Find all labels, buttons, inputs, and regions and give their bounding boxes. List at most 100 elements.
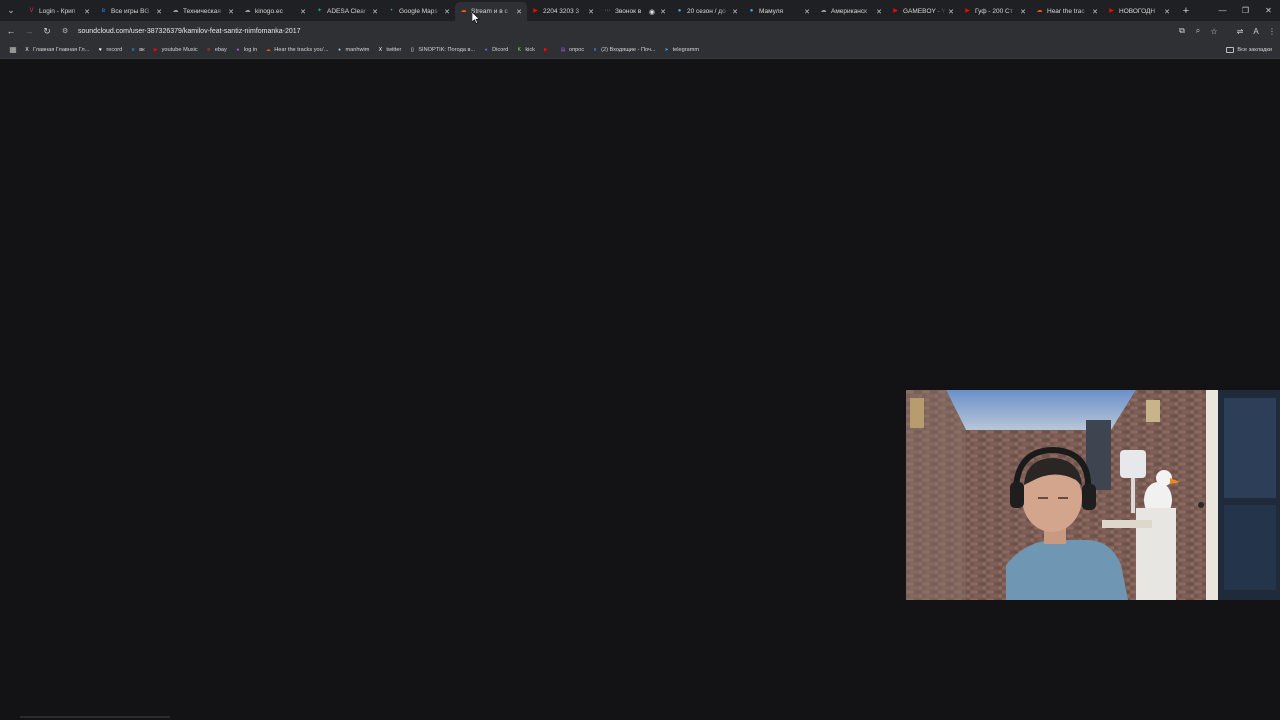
site-info-icon[interactable]: ⚙ — [62, 27, 76, 35]
browser-tab[interactable]: ⋯ Звонок в ◉ ✕ — [599, 2, 671, 21]
bookmark-item[interactable]: X Главная Главная Гл... — [24, 43, 89, 57]
browser-tab[interactable]: ▶ НОВОГОДН ✕ — [1103, 2, 1175, 21]
browser-tab[interactable]: ▶ GAMEBOY - Y ✕ — [887, 2, 959, 21]
minimize-icon[interactable]: — — [1211, 0, 1234, 21]
browser-tab[interactable]: ▶ 2204 3203 3 ✕ — [527, 2, 599, 21]
bookmark-item[interactable]: ● log in — [235, 43, 257, 57]
tab-close-icon[interactable]: ✕ — [874, 8, 884, 16]
profile-icon[interactable]: A — [1248, 22, 1264, 40]
bookmark-item[interactable]: ☁ Hear the tracks you'... — [265, 43, 329, 57]
zoom-icon[interactable]: ⌕ — [1190, 22, 1206, 40]
bookmark-label: log in — [243, 46, 258, 53]
bookmark-item[interactable]: в (2) Входящие - Поч... — [592, 43, 656, 57]
kick-icon: K — [517, 46, 521, 53]
reload-icon[interactable]: ↻ — [38, 22, 56, 40]
tab-close-icon[interactable]: ✕ — [658, 8, 668, 16]
apps-grid-icon[interactable]: ▦ — [2, 45, 24, 54]
bookmark-label: (2) Входящие - Поч... — [601, 46, 656, 53]
bookmark-item[interactable]: ● Dicord — [483, 43, 509, 57]
tab-close-icon[interactable]: ✕ — [802, 8, 812, 16]
browser-tab[interactable]: ☁ Американск ✕ — [815, 2, 887, 21]
bookmark-item[interactable]: ▯ SINOPTIK: Погода в... — [409, 43, 475, 57]
tab-title: НОВОГОДН — [1119, 8, 1156, 15]
browser-tab[interactable]: ● 20 сезон / до ✕ — [671, 2, 743, 21]
tab-close-icon[interactable]: ✕ — [730, 8, 740, 16]
mouse-cursor-icon — [472, 12, 480, 24]
browser-tab[interactable]: ☁ Hear the trac ✕ — [1031, 2, 1103, 21]
bookmark-label: Hear the tracks you'... — [274, 46, 329, 53]
tab-close-icon[interactable]: ✕ — [946, 8, 956, 16]
bookmark-item[interactable]: ▤ опрос — [560, 43, 585, 57]
back-icon[interactable]: ← — [2, 22, 20, 40]
bookmark-item[interactable]: Xtwitter — [377, 43, 402, 57]
tab-close-icon[interactable]: ✕ — [154, 8, 164, 16]
browser-tab[interactable]: ▶ Гуф - 200 Ст ✕ — [959, 2, 1031, 21]
heart-icon: ♥ — [98, 46, 102, 53]
tab-title: 20 сезон / до — [687, 8, 726, 15]
tab-close-icon[interactable]: ✕ — [82, 8, 92, 16]
menu-icon[interactable]: ⋮ — [1264, 22, 1280, 40]
tab-title: 2204 3203 3 — [543, 8, 580, 15]
all-bookmarks-button[interactable]: Все закладки — [1226, 43, 1272, 57]
browser-tab[interactable]: ☁ kinogo.ec ✕ — [239, 2, 311, 21]
toolbar-actions: ⧉ ⌕ ☆ ⇌ A ⋮ — [1174, 21, 1280, 41]
browser-tab[interactable]: V Login - Крип ✕ — [23, 2, 95, 21]
horizontal-scrollbar[interactable] — [20, 716, 170, 718]
tab-close-icon[interactable]: ✕ — [514, 8, 524, 16]
browser-tab[interactable]: ☁ Техническая ✕ — [167, 2, 239, 21]
bookmark-label: record — [106, 46, 123, 53]
tab-title: Техническая — [183, 8, 221, 15]
forward-icon[interactable]: → — [20, 22, 38, 40]
extensions-icon[interactable]: ⇌ — [1232, 22, 1248, 40]
url-text: soundcloud.com/user-387326379/kamilov-fe… — [78, 27, 301, 35]
bookmark-item[interactable]: в вк — [130, 43, 145, 57]
maximize-icon[interactable]: ❐ — [1234, 0, 1257, 21]
webcam-overlay — [906, 390, 1280, 600]
tab-title: GAMEBOY - Y — [903, 8, 946, 15]
browser-tab[interactable]: ☁ Stream и в с ✕ — [455, 2, 527, 21]
tab-close-icon[interactable]: ✕ — [1090, 8, 1100, 16]
bookmark-item[interactable]: ♥ record — [97, 43, 122, 57]
tab-close-icon[interactable]: ✕ — [1162, 8, 1172, 16]
youtube-icon: ▶ — [893, 8, 898, 14]
cloud-icon: ☁ — [244, 8, 251, 14]
tab-title: Login - Крип — [39, 8, 76, 15]
soundcloud-icon: ☁ — [265, 46, 271, 53]
bookmark-item[interactable]: ▶ — [543, 43, 552, 57]
bookmark-item[interactable]: ▶ youtube Music — [153, 43, 198, 57]
bookmarks-bar: ▦ X Главная Главная Гл... ♥ record в вк ▶ youtu… — [0, 41, 1280, 59]
browser-tab[interactable]: • Google Maps ✕ — [383, 2, 455, 21]
bookmark-item[interactable]: e ebay — [206, 43, 227, 57]
tab-close-icon[interactable]: ✕ — [586, 8, 596, 16]
tab-close-icon[interactable]: ✕ — [370, 8, 380, 16]
tab-search-icon[interactable]: ⌄ — [3, 3, 19, 19]
tab-title: Американск — [831, 8, 867, 15]
bookmark-star-icon[interactable]: ☆ — [1206, 22, 1222, 40]
cloud-icon: ☁ — [172, 8, 179, 14]
tab-close-icon[interactable]: ✕ — [298, 8, 308, 16]
bookmark-item[interactable]: Kkick — [516, 43, 535, 57]
tab-title: Google Maps — [399, 8, 438, 15]
close-window-icon[interactable]: ✕ — [1257, 0, 1280, 21]
browser-tab[interactable]: ✦ ADESA Clear ✕ — [311, 2, 383, 21]
globe-icon: ● — [749, 8, 754, 14]
tab-close-icon[interactable]: ✕ — [226, 8, 236, 16]
maps-pin-icon: • — [390, 8, 393, 14]
bookmark-item[interactable]: ● manhwim — [336, 43, 369, 57]
vk-icon: в — [131, 46, 135, 53]
tab-close-icon[interactable]: ✕ — [1018, 8, 1028, 16]
vk-mail-icon: в — [593, 46, 597, 53]
bookmark-item[interactable]: ➤ telegramm — [664, 43, 699, 57]
address-bar[interactable]: ⚙ soundcloud.com/user-387326379/kamilov-… — [58, 23, 1158, 39]
browser-tab[interactable]: ● Мамуля ✕ — [743, 2, 815, 21]
window-controls: — ❐ ✕ — [1211, 0, 1280, 21]
youtube-icon: ▶ — [1109, 8, 1114, 14]
tab-close-icon[interactable]: ✕ — [442, 8, 452, 16]
vk-icon: в — [101, 8, 106, 14]
globe-icon: ● — [677, 8, 682, 14]
bookmark-label: youtube Music — [161, 46, 198, 53]
cloud-icon: ☁ — [820, 8, 827, 14]
install-app-icon[interactable]: ⧉ — [1174, 22, 1190, 40]
browser-tab[interactable]: в Все игры BG ✕ — [95, 2, 167, 21]
new-tab-button[interactable]: + — [1179, 5, 1193, 17]
